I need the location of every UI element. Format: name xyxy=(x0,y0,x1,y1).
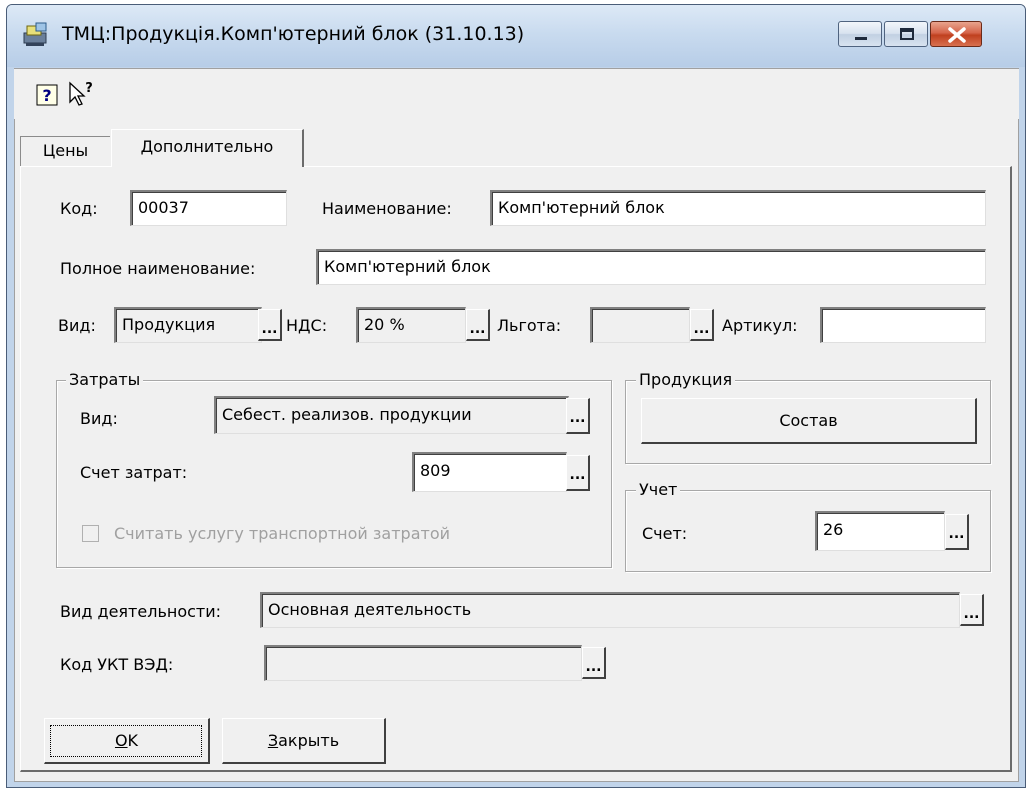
tab-extra[interactable]: Дополнительно xyxy=(111,129,304,167)
close-mnemonic: Закрыть xyxy=(267,731,340,750)
accounting-account-field[interactable]: 26 xyxy=(815,511,945,551)
ukt-code-field[interactable] xyxy=(264,645,582,681)
ok-focus-rect xyxy=(50,725,202,757)
fullname-field[interactable]: Комп'ютерний блок xyxy=(316,249,986,285)
composition-button[interactable]: Состав xyxy=(641,398,977,444)
cost-account-ellipsis-button[interactable]: ... xyxy=(566,455,590,491)
minimize-icon xyxy=(855,37,867,40)
accounting-group-title: Учет xyxy=(636,478,681,502)
restore-icon xyxy=(900,28,914,40)
costs-kind-ellipsis-button[interactable]: ... xyxy=(566,398,590,434)
ukt-code-label: Код УКТ ВЭД: xyxy=(60,655,174,674)
kind-label: Вид: xyxy=(58,316,96,335)
toolbar xyxy=(14,69,1019,119)
help-icon[interactable]: ? xyxy=(36,84,58,106)
activity-field[interactable]: Основная деятельность xyxy=(260,592,960,628)
transport-cost-checkbox[interactable] xyxy=(82,525,99,542)
name-label: Наименование: xyxy=(322,199,452,218)
vat-field[interactable]: 20 % xyxy=(356,307,466,343)
close-icon xyxy=(948,27,966,43)
tab-prices[interactable]: Цены xyxy=(20,136,110,166)
cost-account-label: Счет затрат: xyxy=(80,463,188,482)
svg-text:?: ? xyxy=(85,81,93,96)
name-field[interactable]: Комп'ютерний блок xyxy=(490,190,986,226)
whats-this-icon[interactable]: ? xyxy=(67,80,95,108)
ukt-code-ellipsis-button[interactable]: ... xyxy=(582,647,606,679)
costs-kind-field[interactable]: Себест. реализов. продукции xyxy=(214,396,569,434)
vat-ellipsis-button[interactable]: ... xyxy=(466,309,490,341)
accounting-account-label: Счет: xyxy=(642,524,688,543)
svg-text:?: ? xyxy=(42,86,51,105)
article-field[interactable] xyxy=(820,307,986,343)
code-field[interactable]: 00037 xyxy=(130,190,287,226)
fullname-label: Полное наименование: xyxy=(60,259,256,278)
minimize-button[interactable] xyxy=(838,21,882,47)
article-label: Артикул: xyxy=(722,316,798,335)
maximize-button[interactable] xyxy=(884,21,928,47)
product-group-title: Продукция xyxy=(636,368,736,392)
activity-label: Вид деятельности: xyxy=(60,602,222,621)
app-icon xyxy=(22,21,50,47)
kind-field[interactable]: Продукция xyxy=(114,307,262,343)
transport-cost-label: Считать услугу транспортной затратой xyxy=(114,524,451,543)
accounting-account-ellipsis-button[interactable]: ... xyxy=(945,514,969,550)
activity-ellipsis-button[interactable]: ... xyxy=(960,594,984,626)
kind-ellipsis-button[interactable]: ... xyxy=(258,309,282,341)
benefit-ellipsis-button[interactable]: ... xyxy=(690,309,714,341)
window-title: ТМЦ:Продукція.Комп'ютерний блок (31.10.1… xyxy=(62,23,525,45)
vat-label: НДС: xyxy=(286,316,328,335)
costs-group-title: Затраты xyxy=(66,368,144,392)
code-label: Код: xyxy=(60,199,98,218)
costs-kind-label: Вид: xyxy=(80,409,118,428)
close-button[interactable]: Закрыть xyxy=(222,718,386,764)
close-window-button[interactable] xyxy=(930,21,982,47)
benefit-field[interactable] xyxy=(590,307,690,343)
cost-account-field[interactable]: 809 xyxy=(412,452,567,492)
benefit-label: Льгота: xyxy=(497,316,562,335)
